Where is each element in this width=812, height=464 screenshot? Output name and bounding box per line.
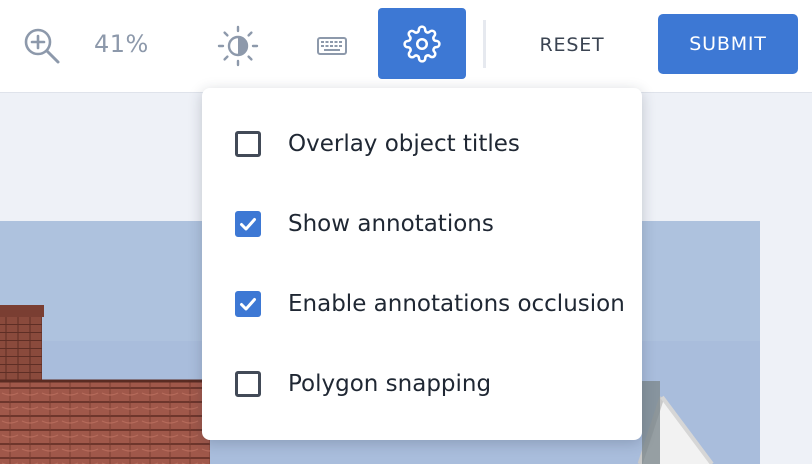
menu-item-enable-annotations-occlusion[interactable]: Enable annotations occlusion xyxy=(202,274,642,334)
toolbar: 41% RESET SUBMIT xyxy=(0,0,812,93)
toolbar-divider xyxy=(483,20,486,68)
gear-icon xyxy=(403,24,441,63)
menu-item-label: Show annotations xyxy=(288,211,494,237)
annotations-occlusion-checkbox[interactable] xyxy=(235,291,261,317)
brightness-icon[interactable] xyxy=(216,24,260,68)
reset-button[interactable]: RESET xyxy=(516,28,628,62)
overlay-titles-checkbox[interactable] xyxy=(235,131,261,157)
settings-button[interactable] xyxy=(378,8,466,79)
menu-item-polygon-snapping[interactable]: Polygon snapping xyxy=(202,354,642,414)
checkmark-icon xyxy=(240,298,256,311)
menu-item-show-annotations[interactable]: Show annotations xyxy=(202,194,642,254)
polygon-snapping-checkbox[interactable] xyxy=(235,371,261,397)
menu-item-label: Enable annotations occlusion xyxy=(288,291,625,317)
zoom-level: 41% xyxy=(94,30,149,58)
keyboard-icon[interactable] xyxy=(310,26,354,66)
zoom-in-icon[interactable] xyxy=(22,26,62,66)
checkmark-icon xyxy=(240,218,256,231)
menu-item-label: Polygon snapping xyxy=(288,371,492,397)
settings-dropdown: Overlay object titles Show annotations E… xyxy=(202,88,642,440)
menu-item-overlay-object-titles[interactable]: Overlay object titles xyxy=(202,114,642,174)
menu-item-label: Overlay object titles xyxy=(288,131,520,157)
show-annotations-checkbox[interactable] xyxy=(235,211,261,237)
submit-button[interactable]: SUBMIT xyxy=(658,14,798,74)
